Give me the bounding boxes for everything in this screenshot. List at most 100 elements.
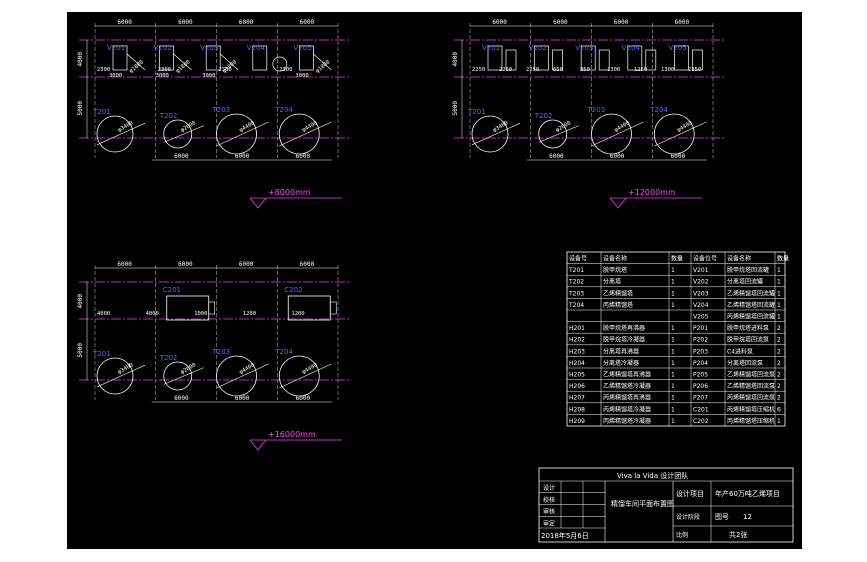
left-dim-text: 5000 [77, 101, 84, 116]
level-symbol [249, 197, 342, 209]
table-cell: 丙烯精馏塔压缩机 [727, 405, 775, 413]
vessel-dim: 3000 [202, 73, 215, 79]
level-symbol [609, 197, 702, 209]
left-dim-text: 4000 [77, 294, 84, 309]
table-cell: 1 [671, 348, 675, 355]
top-dim-text: 6000 [178, 261, 193, 268]
table-cell: 1 [671, 395, 675, 402]
drawing-title: 精馏车间平面布置图 [611, 499, 674, 508]
top-dim-text: 6000 [239, 19, 254, 26]
small-dim-text: 1300 [607, 67, 620, 73]
tower-tag: T204 [649, 106, 668, 114]
table-cell: P204 [693, 360, 708, 367]
cad-drawing: 6000 6000 6000 600040005000V201φ18003000V20… [77, 19, 794, 543]
tower-circle [591, 113, 632, 155]
vessel-dim: 3000 [156, 73, 169, 79]
vessel-tag: V201 [107, 44, 125, 52]
signoff-label: 设计 [543, 484, 555, 492]
small-dim-text: 1200 [291, 311, 304, 317]
table-cell: H206 [569, 383, 585, 390]
vessel-tag: V203 [575, 44, 593, 52]
table-header: 设备名称 [727, 255, 751, 263]
table-cell: T202 [568, 279, 584, 286]
tower-T201: T201φ3400 [92, 350, 146, 395]
table-cell: 1 [671, 279, 675, 286]
table-cell: C4进料泵 [727, 347, 753, 355]
table-cell: 1 [777, 314, 781, 321]
table-cell: 2 [777, 395, 781, 402]
table-cell: 脱甲烷塔 [603, 266, 627, 274]
top-dim-text: 6000 [239, 261, 254, 268]
table-cell: H202 [569, 337, 585, 344]
table-header: 设备位号 [693, 255, 717, 263]
table-cell: 1 [671, 267, 675, 274]
tower-T201: T201φ3400 [92, 108, 146, 153]
table-cell: H208 [569, 406, 585, 413]
tower-circle [278, 355, 320, 397]
tower-T202: T202φ2600 [534, 112, 579, 149]
table-cell: 乙烯精馏塔回流泵 [727, 382, 775, 390]
tower-T201: T201φ3400 [467, 108, 521, 153]
tower-T203: T203φ4400 [212, 106, 269, 155]
tower-tag: T201 [467, 108, 486, 116]
plan-level-1: 6000 6000 6000 6000 4000 5000 V201 V202 V203 V204… [452, 19, 725, 209]
plan-level-2: 6000 6000 6000 6000 4000 5000 C201 C202 4000 4000… [77, 261, 350, 451]
table-header: 设备号 [569, 255, 587, 263]
table-cell: 乙烯精馏塔再沸器 [603, 371, 651, 379]
table-cell: V202 [693, 279, 709, 286]
table-cell: 乙烯精馏塔 [603, 289, 633, 297]
top-dim-text: 6000 [117, 19, 132, 26]
bottom-dim-text: 6000 [174, 153, 189, 160]
table-cell: V201 [693, 267, 709, 274]
vessel-diameter: φ1800 [128, 59, 145, 74]
tower-circle [216, 355, 257, 397]
table-cell: V203 [693, 290, 709, 297]
table-cell: T201 [568, 267, 584, 274]
vessel-tag: V203 [200, 44, 218, 52]
table-cell: 脱甲烷塔进料泵 [727, 324, 769, 332]
pump-outline [645, 49, 657, 71]
table-cell: V204 [693, 302, 709, 309]
table-cell: P202 [693, 337, 708, 344]
level-label: +16000mm [268, 430, 316, 439]
table-cell: P203 [693, 348, 708, 355]
tower-tag: T202 [534, 112, 553, 120]
level-label: +8000mm [268, 188, 311, 197]
table-cell: 1 [671, 372, 675, 379]
table-cell: 1 [777, 279, 781, 286]
tower-circle [278, 113, 320, 155]
table-cell: 乙烯精馏塔回流罐 [727, 301, 775, 309]
table-cell: H207 [569, 395, 585, 402]
plan-level-0: 6000 6000 6000 6000 4000 5000 V201φ1800 3000 V20… [77, 19, 350, 209]
tower-tag: T201 [92, 350, 111, 358]
table-cell: P201 [693, 325, 708, 332]
tower-diameter: φ2600 [180, 362, 197, 375]
table-cell: 分离塔回流罐 [727, 278, 763, 286]
vessel-tag: C201 [163, 286, 181, 294]
tower-tag: T204 [274, 106, 293, 114]
table-cell: 分离塔再沸器 [603, 347, 639, 355]
table-cell: 脱甲烷塔回流罐 [727, 266, 769, 274]
drawing-no: 12 [743, 513, 752, 521]
vessel-tag: V202 [529, 44, 547, 52]
left-dim-text: 4000 [77, 52, 84, 67]
tower-circle [653, 113, 695, 155]
vessel-tag: V204 [247, 44, 266, 52]
scale-label: 比例 [676, 531, 688, 539]
vessel-tag: V204 [622, 44, 641, 52]
tower-tag: T203 [587, 106, 606, 114]
top-dim-text: 6000 [178, 19, 193, 26]
small-dim-text: 850 [580, 67, 590, 73]
table-cell: 2 [777, 372, 781, 379]
level-label: +12000mm [628, 188, 676, 197]
table-cell: 丙烯精馏塔 [603, 301, 633, 309]
table-cell: 1 [671, 302, 675, 309]
vessel-tag: V205 [668, 44, 686, 52]
table-header: 数量 [671, 255, 683, 263]
table-cell: C201 [693, 406, 709, 413]
small-dim-text: 1250 [634, 67, 647, 73]
top-dim-text: 6000 [614, 19, 629, 26]
vessel-dim: 3000 [109, 73, 122, 79]
small-dim-text: 2250 [472, 67, 485, 73]
table-cell: 1 [671, 290, 675, 297]
